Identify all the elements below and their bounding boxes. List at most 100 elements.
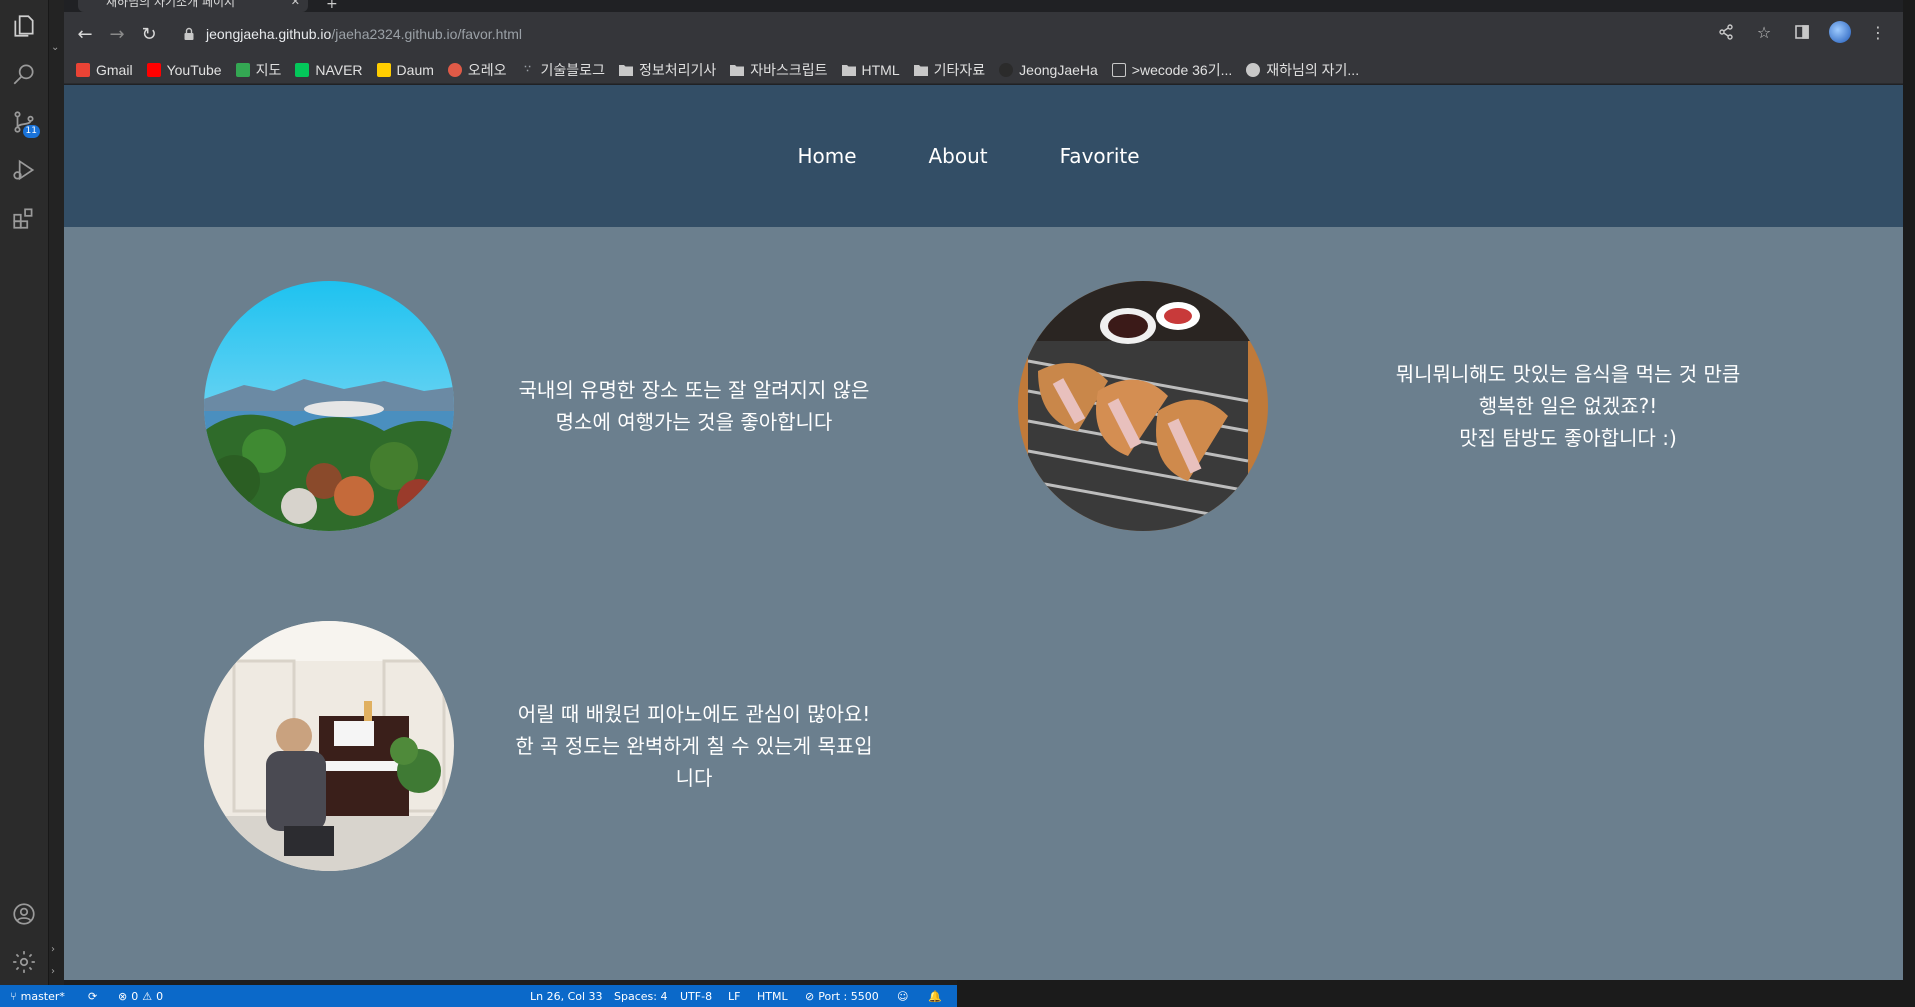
nav-home-link[interactable]: Home	[797, 144, 856, 168]
error-icon: ⊗	[118, 989, 128, 1003]
menu-kebab-icon[interactable]: ⋮	[1867, 21, 1889, 43]
bookmark-label: Gmail	[96, 61, 133, 78]
settings-gear-icon[interactable]	[6, 944, 42, 980]
bookmark-item[interactable]: 오레오	[447, 60, 507, 80]
favor-text-piano: 어릴 때 배웠던 피아노에도 관심이 많아요! 한 곡 정도는 완벽하게 칠 수…	[494, 698, 894, 794]
nav-about-link[interactable]: About	[929, 144, 988, 168]
vscode-status-bar: ⑂ master* ⟳ ⊗ 0 ⚠ 0 Ln 26, Col 33 Spaces…	[0, 985, 1915, 1007]
gmail-icon	[76, 62, 90, 77]
bookmark-item[interactable]: >wecode 36기...	[1111, 60, 1233, 80]
forward-arrow-icon[interactable]: →	[104, 21, 130, 47]
favor-line: 명소에 여행가는 것을 좋아합니다	[555, 410, 833, 434]
bookmark-label: 자바스크립트	[750, 61, 828, 78]
favor-list: 국내의 유명한 장소 또는 잘 알려지지 않은 명소에 여행가는 것을 좋아합니…	[64, 227, 1903, 980]
oreo-icon	[447, 62, 462, 77]
status-bar-left: ⑂ master* ⟳ ⊗ 0 ⚠ 0 Ln 26, Col 33 Spaces…	[0, 985, 957, 1007]
youtube-icon	[146, 62, 161, 77]
account-icon[interactable]	[6, 896, 42, 932]
favor-line: 뭐니뭐니해도 맛있는 음식을 먹는 것 만큼	[1395, 362, 1741, 386]
feedback-icon[interactable]: ☺	[897, 985, 908, 1007]
language-status[interactable]: HTML	[757, 985, 788, 1007]
bookmark-item[interactable]: ∵ 기술블로그	[521, 60, 605, 80]
encoding-status[interactable]: UTF-8	[680, 985, 712, 1007]
blog-icon: ∵	[524, 64, 531, 75]
favor-line: 맛집 탐방도 좋아합니다 :)	[1459, 426, 1677, 450]
search-icon[interactable]	[6, 56, 42, 92]
bookmark-label: NAVER	[315, 61, 363, 78]
source-control-icon[interactable]: 11	[6, 104, 42, 140]
bookmark-label: 정보처리기사	[638, 61, 717, 78]
side-panel-icon[interactable]	[1791, 21, 1813, 43]
bookmark-item[interactable]: YouTube	[146, 61, 222, 78]
piano-player-image	[204, 621, 454, 871]
bookmark-label: 오레오	[467, 61, 507, 78]
chevron-right-icon[interactable]: ›	[51, 944, 55, 955]
new-tab-icon[interactable]: +	[326, 0, 338, 12]
favor-line: 니다	[675, 766, 713, 790]
favor-line: 행복한 일은 없겠죠?!	[1478, 394, 1658, 418]
bookmark-label: 지도	[255, 61, 282, 78]
favor-text-travel: 국내의 유명한 장소 또는 잘 알려지지 않은 명소에 여행가는 것을 좋아합니…	[494, 374, 894, 438]
back-arrow-icon[interactable]: ←	[72, 21, 98, 47]
problems-status[interactable]: ⊗ 0 ⚠ 0	[118, 985, 163, 1007]
indentation-status[interactable]: Spaces: 4	[614, 985, 667, 1007]
notifications-bell-icon[interactable]: 🔔	[928, 985, 942, 1007]
favor-line: 국내의 유명한 장소 또는 잘 알려지지 않은	[518, 378, 870, 402]
url-path: /jaeha2324.github.io/favor.html	[331, 26, 523, 42]
folder-icon	[841, 63, 856, 77]
bookmarks-bar: Gmail YouTube 지도 NAVER Daum 오레오 ∵ 기술블로그 정보처리기사 자바…	[64, 56, 1903, 84]
favor-item-travel: 국내의 유명한 장소 또는 잘 알려지지 않은 명소에 여행가는 것을 좋아합니…	[204, 281, 894, 531]
close-icon[interactable]: ✕	[291, 0, 300, 8]
bookmark-item[interactable]: 기타자료	[913, 60, 986, 80]
vscode-activity-bar: 11	[0, 0, 48, 985]
bookmark-item[interactable]: Daum	[376, 62, 434, 78]
warning-icon: ⚠	[142, 989, 153, 1003]
bookmark-item[interactable]: 지도	[235, 60, 282, 80]
bookmark-label: JeongJaeHa	[1019, 61, 1098, 78]
favor-line: 어릴 때 배웠던 피아노에도 관심이 많아요!	[517, 702, 871, 726]
bookmark-label: >wecode 36기...	[1131, 61, 1233, 78]
naver-icon	[295, 62, 310, 77]
live-server-status[interactable]: ⊘ Port : 5500	[805, 985, 879, 1007]
favor-item-food: 뭐니뭐니해도 맛있는 음식을 먹는 것 만큼 행복한 일은 없겠죠?! 맛집 탐…	[1018, 281, 1768, 531]
cursor-position[interactable]: Ln 26, Col 33	[530, 985, 603, 1007]
bookmark-item[interactable]: Gmail	[76, 62, 133, 78]
share-icon[interactable]	[1715, 21, 1737, 43]
site-header: Home About Favorite	[64, 85, 1903, 227]
eol-status[interactable]: LF	[728, 985, 740, 1007]
extensions-icon[interactable]	[6, 200, 42, 236]
github-icon	[999, 62, 1014, 77]
bookmark-star-icon[interactable]: ☆	[1753, 21, 1775, 43]
bookmark-item[interactable]: 정보처리기사	[618, 60, 717, 80]
bookmark-item[interactable]: HTML	[841, 62, 900, 78]
bookmark-label: 기술블로그	[540, 61, 605, 78]
chevron-right-icon[interactable]: ›	[51, 966, 55, 977]
url-host: jeongjaeha.github.io	[206, 26, 332, 42]
bookmark-label: 기타자료	[933, 61, 986, 78]
favor-line: 한 곡 정도는 완벽하게 칠 수 있는게 목표입	[515, 734, 873, 758]
tonkatsu-food-image	[1018, 281, 1268, 531]
page-icon	[1111, 62, 1126, 77]
folder-icon	[730, 63, 745, 77]
globe-icon	[1246, 62, 1261, 77]
address-bar[interactable]: jeongjaeha.github.io/jaeha2324.github.io…	[172, 18, 1903, 50]
bookmark-item[interactable]: JeongJaeHa	[999, 62, 1098, 78]
sync-icon[interactable]: ⟳	[88, 985, 97, 1007]
profile-avatar[interactable]	[1829, 21, 1851, 43]
sidebar-collapsed-strip: ⌄ › ›	[48, 0, 64, 985]
active-tab[interactable]: 재하님의 자기소개 페이지 ✕	[78, 0, 308, 12]
explorer-icon[interactable]	[6, 8, 42, 44]
bookmark-item[interactable]: 자바스크립트	[730, 60, 828, 80]
bookmark-item[interactable]: NAVER	[295, 61, 363, 78]
branch-name: master*	[20, 989, 65, 1003]
favor-item-piano: 어릴 때 배웠던 피아노에도 관심이 많아요! 한 곡 정도는 완벽하게 칠 수…	[204, 621, 894, 871]
chevron-down-icon[interactable]: ⌄	[51, 42, 59, 53]
bookmark-item[interactable]: 재하님의 자기...	[1246, 60, 1359, 80]
bookmark-label: YouTube	[166, 61, 222, 78]
reload-icon[interactable]: ↻	[136, 21, 162, 47]
branch-status[interactable]: ⑂ master*	[10, 985, 65, 1007]
bookmark-label: 재하님의 자기...	[1266, 61, 1360, 78]
run-debug-icon[interactable]	[6, 152, 42, 188]
folder-icon	[618, 63, 633, 77]
nav-favorite-link[interactable]: Favorite	[1060, 144, 1140, 168]
